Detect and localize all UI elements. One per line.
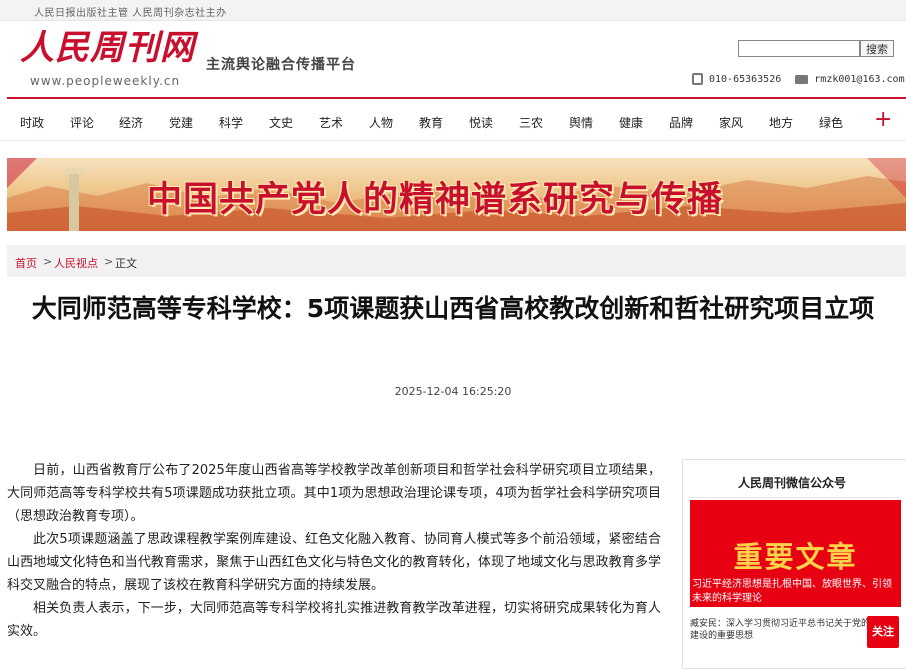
nav-item-local[interactable]: 地方 xyxy=(769,114,793,131)
nav-item-party-building[interactable]: 党建 xyxy=(169,114,193,131)
sidebar-title: 人民周刊微信公众号 xyxy=(737,476,846,490)
article-date: 2025-12-04 16:25:20 xyxy=(394,385,512,398)
nav-item-politics[interactable]: 时政 xyxy=(20,114,44,131)
nav-item-rural[interactable]: 三农 xyxy=(519,114,543,131)
topic-banner[interactable]: 中国共产党人的精神谱系研究与传播 xyxy=(7,158,906,231)
nav-item-brand[interactable]: 品牌 xyxy=(669,114,693,131)
logo-text: 人民周刊网 xyxy=(20,28,195,68)
phone-number: 010-65363526 xyxy=(709,74,782,85)
follow-button[interactable]: 关注 xyxy=(867,616,899,648)
publisher-info: 人民日报出版社主管 人民周刊杂志社主办 xyxy=(34,8,227,19)
nav-item-culture-history[interactable]: 文史 xyxy=(269,114,293,131)
logo-url: www.peopleweekly.cn xyxy=(30,74,181,88)
nav-item-people[interactable]: 人物 xyxy=(369,114,393,131)
breadcrumb: 首页 > 人民视点 > 正文 xyxy=(7,245,906,277)
nav-item-family[interactable]: 家风 xyxy=(719,114,743,131)
nav-item-art[interactable]: 艺术 xyxy=(319,114,343,131)
nav-item-commentary[interactable]: 评论 xyxy=(70,114,94,131)
article-paragraph: 此次5项课题涵盖了思政课程教学案例库建设、红色文化融入教育、协同育人模式等多个前… xyxy=(7,532,661,593)
nav-item-green[interactable]: 绿色 xyxy=(819,114,843,131)
promo-text: 习近平经济思想是扎根中国、放眼世界、引领未来的科学理论 xyxy=(692,579,892,604)
important-article-promo[interactable]: 重要文章 习近平经济思想是扎根中国、放眼世界、引领未来的科学理论 xyxy=(690,500,901,607)
site-logo[interactable]: 人民周刊网 www.peopleweekly.cn xyxy=(20,28,195,88)
main-nav: 时政 评论 经济 党建 科学 文史 艺术 人物 教育 悦读 三农 舆情 健康 品… xyxy=(0,99,906,141)
article-body: 日前，山西省教育厅公布了2025年度山西省高等学校教学改革创新项目和哲学社会科学… xyxy=(7,459,661,643)
wechat-sidebar: 人民周刊微信公众号 重要文章 习近平经济思想是扎根中国、放眼世界、引领未来的科学… xyxy=(682,459,906,669)
breadcrumb-home[interactable]: 首页 xyxy=(15,255,37,271)
nav-item-health[interactable]: 健康 xyxy=(619,114,643,131)
nav-item-reading[interactable]: 悦读 xyxy=(469,114,493,131)
search-button[interactable]: 搜索 xyxy=(860,40,894,57)
breadcrumb-separator: > xyxy=(43,255,53,268)
article-paragraph: 相关负责人表示，下一步，大同师范高等专科学校将扎实推进教育教学改革进程，切实将研… xyxy=(7,601,661,639)
nav-item-science[interactable]: 科学 xyxy=(219,114,243,131)
sidebar-article-link[interactable]: 臧安民：深入学习贯彻习近平总书记关于党的建设的重要思想 xyxy=(690,618,870,642)
top-info-bar: 人民日报出版社主管 人民周刊杂志社主办 xyxy=(0,0,906,21)
nav-item-public-opinion[interactable]: 舆情 xyxy=(569,114,593,131)
breadcrumb-current: 正文 xyxy=(115,257,137,270)
article-paragraph: 日前，山西省教育厅公布了2025年度山西省高等学校教学改革创新项目和哲学社会科学… xyxy=(7,463,661,524)
breadcrumb-section[interactable]: 人民视点 xyxy=(54,255,98,271)
article-title: 大同师范高等专科学校：5项课题获山西省高校教改创新和哲社研究项目立项 xyxy=(31,294,875,323)
nav-item-economy[interactable]: 经济 xyxy=(119,114,143,131)
email-address[interactable]: rmzk001@163.com xyxy=(814,74,904,85)
promo-heading: 重要文章 xyxy=(733,540,858,574)
breadcrumb-separator: > xyxy=(104,255,114,268)
search-input[interactable] xyxy=(738,40,860,57)
mail-icon xyxy=(795,74,809,84)
contact-info: 010-65363526 rmzk001@163.com xyxy=(692,73,905,85)
banner-title: 中国共产党人的精神谱系研究与传播 xyxy=(147,179,724,220)
nav-item-education[interactable]: 教育 xyxy=(419,114,443,131)
site-slogan: 主流舆论融合传播平台 xyxy=(206,57,356,73)
nav-more-icon[interactable]: + xyxy=(874,107,892,133)
sidebar-divider xyxy=(689,497,901,498)
phone-icon xyxy=(692,73,703,85)
